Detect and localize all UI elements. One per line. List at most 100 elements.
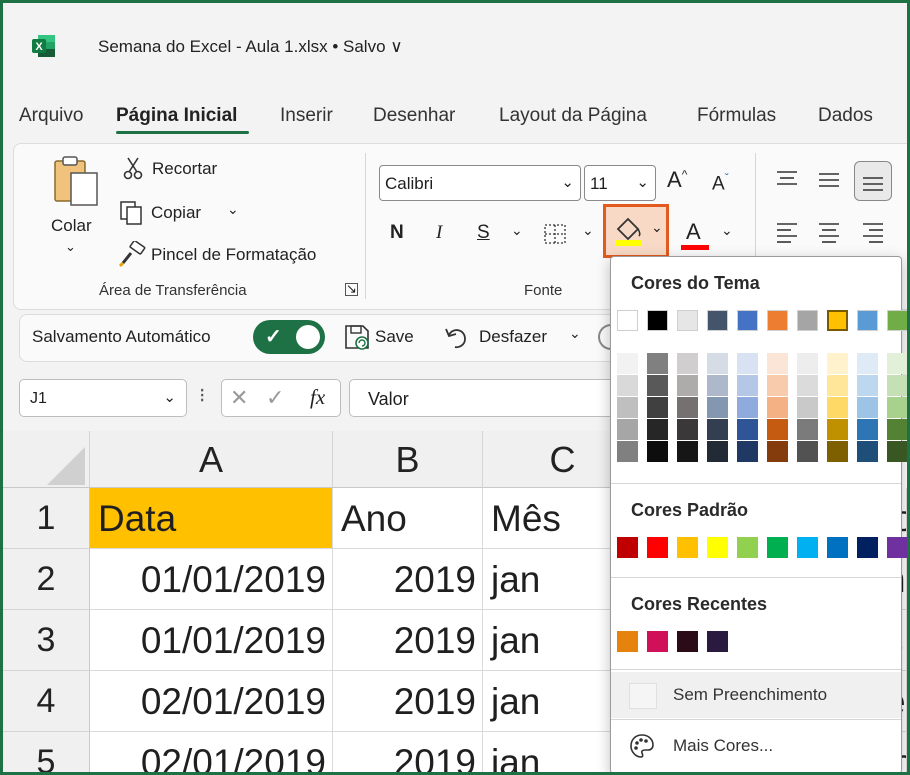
tab-pagina-inicial[interactable]: Página Inicial <box>116 105 237 127</box>
standard-color-swatch[interactable] <box>827 537 848 558</box>
insert-function-button[interactable]: fx <box>310 385 325 410</box>
theme-shade-swatch[interactable] <box>677 441 698 462</box>
window-title[interactable]: Semana do Excel - Aula 1.xlsx • Salvo ∨ <box>98 37 403 57</box>
shrink-font-button[interactable]: Aˇ <box>712 171 729 195</box>
standard-color-swatch[interactable] <box>707 537 728 558</box>
fill-color-button[interactable]: ⌄ <box>603 204 669 258</box>
bold-button[interactable]: N <box>390 222 404 244</box>
align-right-icon[interactable] <box>861 221 885 243</box>
theme-shade-swatch[interactable] <box>767 397 788 418</box>
row-header-1[interactable]: 1 <box>3 488 90 549</box>
theme-shade-swatch[interactable] <box>617 375 638 396</box>
theme-shade-swatch[interactable] <box>887 353 907 374</box>
standard-color-swatch[interactable] <box>737 537 758 558</box>
theme-shade-swatch[interactable] <box>887 419 907 440</box>
recent-color-swatch[interactable] <box>707 631 728 652</box>
copy-button[interactable]: Copiar <box>151 203 201 223</box>
font-size-select[interactable]: 11 ⌄ <box>584 165 656 201</box>
theme-shade-swatch[interactable] <box>737 353 758 374</box>
theme-shade-swatch[interactable] <box>857 441 878 462</box>
theme-shade-swatch[interactable] <box>857 353 878 374</box>
undo-button[interactable]: Desfazer <box>479 327 547 347</box>
font-color-chevron-down-icon[interactable]: ⌄ <box>721 222 733 239</box>
borders-icon[interactable] <box>543 223 567 245</box>
standard-color-swatch[interactable] <box>857 537 878 558</box>
theme-shade-swatch[interactable] <box>797 419 818 440</box>
theme-color-swatch[interactable] <box>617 310 638 331</box>
theme-shade-swatch[interactable] <box>647 419 668 440</box>
theme-shade-swatch[interactable] <box>617 419 638 440</box>
tab-desenhar[interactable]: Desenhar <box>373 105 455 127</box>
theme-color-swatch[interactable] <box>677 310 698 331</box>
theme-shade-swatch[interactable] <box>857 419 878 440</box>
autosave-toggle[interactable]: ✓ <box>253 320 325 354</box>
theme-color-swatch[interactable] <box>887 310 907 331</box>
align-middle-icon[interactable] <box>817 169 841 189</box>
more-colors-option[interactable]: Mais Cores... <box>611 723 901 769</box>
cell-b2[interactable]: 2019 <box>333 549 483 610</box>
tab-formulas[interactable]: Fórmulas <box>697 105 776 127</box>
cell-a2[interactable]: 01/01/2019 <box>90 549 333 610</box>
dialog-launcher-icon[interactable]: ↘ <box>345 282 358 296</box>
cancel-icon[interactable]: ✕ <box>230 385 248 411</box>
theme-shade-swatch[interactable] <box>797 375 818 396</box>
theme-shade-swatch[interactable] <box>677 353 698 374</box>
recent-color-swatch[interactable] <box>647 631 668 652</box>
theme-shade-swatch[interactable] <box>737 375 758 396</box>
save-button[interactable]: Save <box>375 327 414 347</box>
cell-b4[interactable]: 2019 <box>333 671 483 732</box>
font-name-select[interactable]: Calibri ⌄ <box>379 165 581 201</box>
font-color-button[interactable]: A <box>686 219 701 245</box>
theme-shade-swatch[interactable] <box>797 353 818 374</box>
cell-a3[interactable]: 01/01/2019 <box>90 610 333 671</box>
theme-shade-swatch[interactable] <box>827 397 848 418</box>
theme-color-swatch[interactable] <box>647 310 668 331</box>
standard-color-swatch[interactable] <box>797 537 818 558</box>
column-header-b[interactable]: B <box>333 431 483 488</box>
theme-color-swatch[interactable] <box>827 310 848 331</box>
theme-shade-swatch[interactable] <box>707 441 728 462</box>
theme-color-swatch[interactable] <box>767 310 788 331</box>
cell-b1[interactable]: Ano <box>333 488 483 549</box>
cell-b3[interactable]: 2019 <box>333 610 483 671</box>
theme-color-swatch[interactable] <box>737 310 758 331</box>
cut-button[interactable]: Recortar <box>152 159 217 179</box>
theme-shade-swatch[interactable] <box>707 397 728 418</box>
more-options-icon[interactable]: ⁝ <box>199 383 205 408</box>
underline-button[interactable]: S <box>477 222 490 244</box>
theme-shade-swatch[interactable] <box>797 397 818 418</box>
tab-arquivo[interactable]: Arquivo <box>19 105 83 127</box>
cell-a4[interactable]: 02/01/2019 <box>90 671 333 732</box>
standard-color-swatch[interactable] <box>617 537 638 558</box>
row-header-3[interactable]: 3 <box>3 610 90 671</box>
theme-shade-swatch[interactable] <box>827 441 848 462</box>
underline-chevron-down-icon[interactable]: ⌄ <box>511 222 523 239</box>
theme-shade-swatch[interactable] <box>767 353 788 374</box>
theme-shade-swatch[interactable] <box>617 397 638 418</box>
column-header-a[interactable]: A <box>90 431 333 488</box>
theme-shade-swatch[interactable] <box>767 441 788 462</box>
cell-a1[interactable]: Data <box>90 488 333 549</box>
copy-chevron-down-icon[interactable]: ⌄ <box>227 201 239 218</box>
theme-shade-swatch[interactable] <box>677 419 698 440</box>
theme-shade-swatch[interactable] <box>827 375 848 396</box>
theme-color-swatch[interactable] <box>707 310 728 331</box>
recent-color-swatch[interactable] <box>677 631 698 652</box>
format-painter-button[interactable]: Pincel de Formatação <box>151 245 316 265</box>
paste-icon[interactable] <box>53 155 101 209</box>
paste-label[interactable]: Colar <box>51 216 92 236</box>
theme-shade-swatch[interactable] <box>887 397 907 418</box>
grow-font-button[interactable]: A^ <box>667 167 687 193</box>
tab-layout-da-pagina[interactable]: Layout da Página <box>499 105 647 127</box>
cell-a5[interactable]: 02/01/2019 <box>90 732 333 772</box>
select-all-corner[interactable] <box>3 431 90 488</box>
row-header-2[interactable]: 2 <box>3 549 90 610</box>
theme-shade-swatch[interactable] <box>647 441 668 462</box>
theme-shade-swatch[interactable] <box>797 441 818 462</box>
theme-shade-swatch[interactable] <box>647 375 668 396</box>
standard-color-swatch[interactable] <box>647 537 668 558</box>
cell-b5[interactable]: 2019 <box>333 732 483 772</box>
row-header-4[interactable]: 4 <box>3 671 90 732</box>
recent-color-swatch[interactable] <box>617 631 638 652</box>
theme-shade-swatch[interactable] <box>857 397 878 418</box>
